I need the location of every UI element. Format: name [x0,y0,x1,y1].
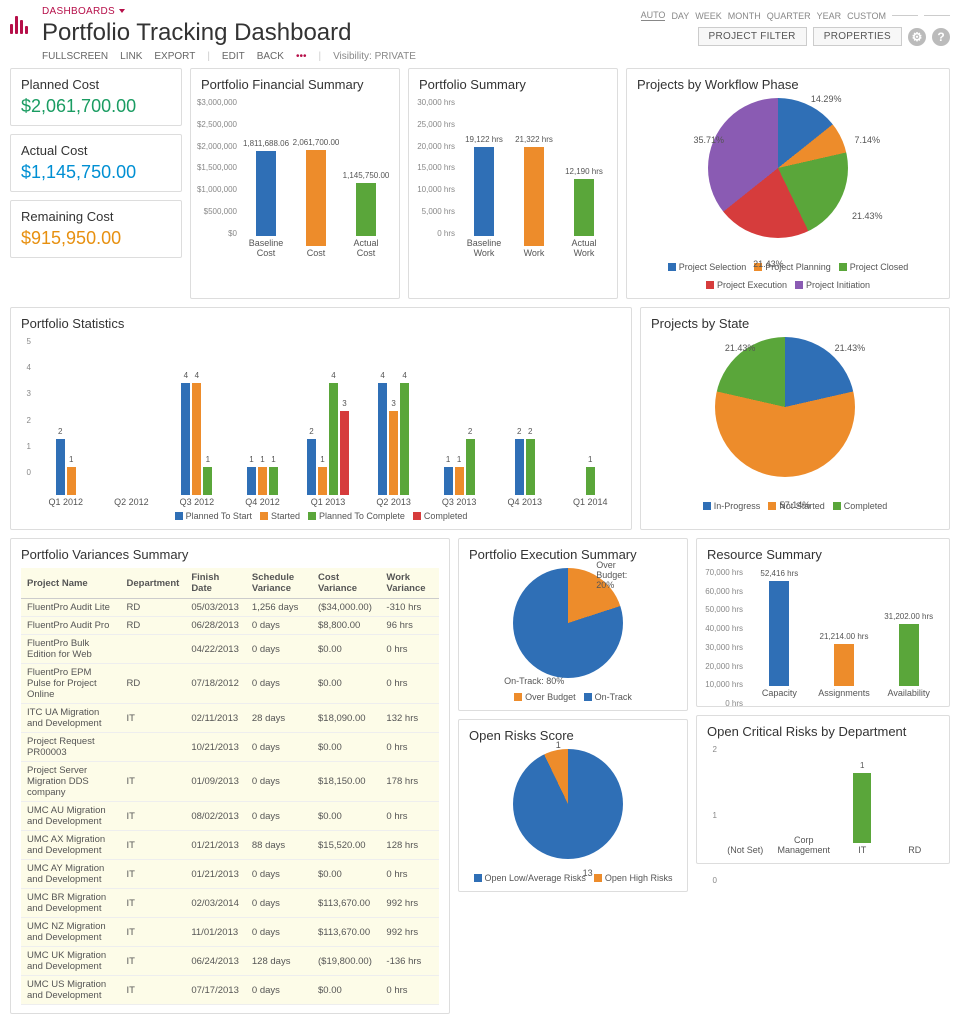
range-auto[interactable]: AUTO [641,10,666,21]
range-custom[interactable]: CUSTOM [847,11,886,21]
time-range-bar: AUTO DAY WEEK MONTH QUARTER YEAR CUSTOM [641,10,950,21]
workflow-phase-card: Projects by Workflow Phase 14.29%7.14%21… [626,68,950,299]
projects-by-state-card: Projects by State 21.43%57.14%21.43% In-… [640,307,950,530]
range-year[interactable]: YEAR [817,11,842,21]
page-title: Portfolio Tracking Dashboard [42,19,631,47]
table-row[interactable]: Project Request PR0000310/21/20130 days$… [21,733,439,762]
app-logo-icon [10,12,32,34]
table-row[interactable]: UMC US Migration and DevelopmentIT07/17/… [21,976,439,1005]
table-header: Cost Variance [312,568,380,599]
resource-summary-card: Resource Summary 70,000 hrs60,000 hrs50,… [696,538,950,707]
portfolio-summary-card: Portfolio Summary 30,000 hrs25,000 hrs20… [408,68,618,299]
table-row[interactable]: FluentPro Audit LiteRD05/03/20131,256 da… [21,599,439,617]
portfolio-statistics-card: Portfolio Statistics 543210 21Q1 2012Q2 … [10,307,632,530]
table-row[interactable]: UMC UK Migration and DevelopmentIT06/24/… [21,947,439,976]
remaining-cost-card: Remaining Cost $915,950.00 [10,200,182,258]
fullscreen-link[interactable]: FULLSCREEN [42,51,108,62]
table-row[interactable]: UMC NZ Migration and DevelopmentIT11/01/… [21,918,439,947]
table-header: Finish Date [185,568,246,599]
actual-cost-card: Actual Cost $1,145,750.00 [10,134,182,192]
back-link[interactable]: BACK [257,51,284,62]
table-row[interactable]: UMC AU Migration and DevelopmentIT08/02/… [21,802,439,831]
breadcrumb[interactable]: DASHBOARDS [42,6,631,17]
range-quarter[interactable]: QUARTER [767,11,811,21]
critical-risks-card: Open Critical Risks by Department 210 (N… [696,715,950,864]
table-header: Schedule Variance [246,568,312,599]
variances-table: Project NameDepartmentFinish DateSchedul… [21,568,439,1005]
risks-score-card: Open Risks Score 131 Open Low/Average Ri… [458,719,688,892]
actual-cost-value: $1,145,750.00 [21,162,171,183]
properties-button[interactable]: PROPERTIES [813,27,902,46]
table-row[interactable]: UMC AX Migration and DevelopmentIT01/21/… [21,831,439,860]
table-row[interactable]: UMC BR Migration and DevelopmentIT02/03/… [21,889,439,918]
planned-cost-card: Planned Cost $2,061,700.00 [10,68,182,126]
more-link[interactable]: ••• [296,51,307,62]
table-header: Department [121,568,186,599]
table-row[interactable]: FluentPro EPM Pulse for Project OnlineRD… [21,664,439,704]
project-filter-button[interactable]: PROJECT FILTER [698,27,807,46]
topbar: DASHBOARDS Portfolio Tracking Dashboard … [0,0,960,64]
export-link[interactable]: EXPORT [154,51,195,62]
financial-summary-card: Portfolio Financial Summary $3,000,000$2… [190,68,400,299]
table-row[interactable]: ITC UA Migration and DevelopmentIT02/11/… [21,704,439,733]
link-link[interactable]: LINK [120,51,142,62]
gear-icon[interactable]: ⚙ [908,28,926,46]
table-row[interactable]: FluentPro Bulk Edition for Web04/22/2013… [21,635,439,664]
table-header: Work Variance [380,568,439,599]
help-icon[interactable]: ? [932,28,950,46]
table-header: Project Name [21,568,121,599]
table-row[interactable]: FluentPro Audit ProRD06/28/20130 days$8,… [21,617,439,635]
submenu: FULLSCREEN LINK EXPORT | EDIT BACK ••• |… [42,51,631,62]
edit-link[interactable]: EDIT [222,51,245,62]
remaining-cost-value: $915,950.00 [21,228,171,249]
table-row[interactable]: Project Server Migration DDS companyIT01… [21,762,439,802]
range-day[interactable]: DAY [671,11,689,21]
planned-cost-value: $2,061,700.00 [21,96,171,117]
execution-summary-card: Portfolio Execution Summary Over Budget:… [458,538,688,711]
range-week[interactable]: WEEK [695,11,722,21]
variances-summary-card: Portfolio Variances Summary Project Name… [10,538,450,1014]
table-row[interactable]: UMC AY Migration and DevelopmentIT01/21/… [21,860,439,889]
range-month[interactable]: MONTH [728,11,761,21]
